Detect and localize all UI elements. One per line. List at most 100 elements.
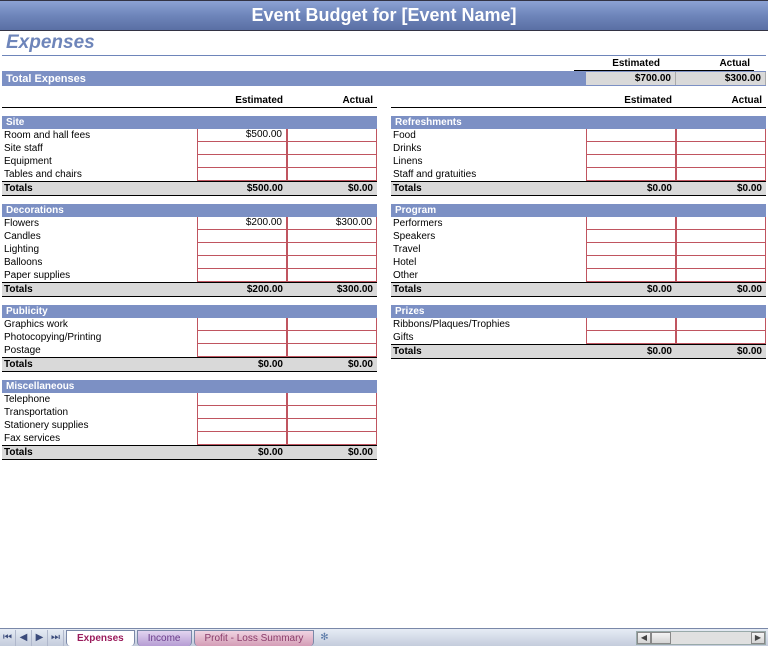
cell-estimated[interactable] bbox=[586, 142, 676, 155]
cell-actual[interactable] bbox=[287, 243, 377, 256]
cell-actual[interactable] bbox=[676, 217, 766, 230]
cell-estimated[interactable]: $500.00 bbox=[197, 129, 287, 142]
table-row: Site staff bbox=[2, 142, 377, 155]
table-row: Food bbox=[391, 129, 766, 142]
cell-estimated[interactable] bbox=[586, 269, 676, 282]
cell-estimated[interactable] bbox=[197, 393, 287, 406]
cell-estimated[interactable] bbox=[197, 243, 287, 256]
cell-actual[interactable] bbox=[287, 256, 377, 269]
tab-income[interactable]: Income bbox=[137, 630, 192, 646]
cell-actual[interactable] bbox=[287, 331, 377, 344]
cell-estimated[interactable] bbox=[586, 168, 676, 181]
summary-header-row: Estimated Actual bbox=[2, 57, 766, 71]
table-row: Transportation bbox=[2, 406, 377, 419]
tab-nav-first[interactable]: ⏮ bbox=[0, 630, 16, 646]
block-title: Decorations bbox=[2, 204, 377, 217]
table-row: Gifts bbox=[391, 331, 766, 344]
cell-actual[interactable] bbox=[676, 256, 766, 269]
cell-estimated[interactable]: $200.00 bbox=[197, 217, 287, 230]
cell-estimated[interactable] bbox=[197, 318, 287, 331]
cell-estimated[interactable] bbox=[197, 142, 287, 155]
total-expenses-actual: $300.00 bbox=[676, 72, 766, 85]
cell-estimated[interactable] bbox=[586, 256, 676, 269]
total-expenses-label: Total Expenses bbox=[2, 73, 586, 85]
cell-estimated[interactable] bbox=[197, 168, 287, 181]
totals-label: Totals bbox=[2, 358, 197, 371]
cell-actual[interactable]: $300.00 bbox=[287, 217, 377, 230]
scroll-left-icon[interactable]: ◀ bbox=[637, 632, 651, 644]
table-row: Stationery supplies bbox=[2, 419, 377, 432]
tab-expenses[interactable]: Expenses bbox=[66, 630, 135, 646]
cell-actual[interactable] bbox=[287, 269, 377, 282]
row-label: Flowers bbox=[2, 217, 197, 230]
table-row: Equipment bbox=[2, 155, 377, 168]
table-row: Candles bbox=[2, 230, 377, 243]
totals-label: Totals bbox=[2, 283, 197, 296]
totals-estimated: $0.00 bbox=[197, 358, 287, 371]
scroll-thumb[interactable] bbox=[651, 632, 671, 644]
block-title: Refreshments bbox=[391, 116, 766, 129]
insert-sheet-icon[interactable]: ✻ bbox=[317, 631, 331, 645]
table-row: Room and hall fees$500.00 bbox=[2, 129, 377, 142]
row-label: Equipment bbox=[2, 155, 197, 168]
totals-row: Totals$0.00$0.00 bbox=[391, 181, 766, 196]
total-expenses-estimated: $700.00 bbox=[586, 72, 676, 85]
row-label: Speakers bbox=[391, 230, 586, 243]
cell-estimated[interactable] bbox=[586, 217, 676, 230]
expense-block: DecorationsFlowers$200.00$300.00CandlesL… bbox=[2, 204, 377, 297]
cell-actual[interactable] bbox=[676, 168, 766, 181]
cell-estimated[interactable] bbox=[586, 243, 676, 256]
cell-actual[interactable] bbox=[287, 432, 377, 445]
cell-actual[interactable] bbox=[676, 243, 766, 256]
cell-estimated[interactable] bbox=[197, 344, 287, 357]
row-label: Linens bbox=[391, 155, 586, 168]
cell-actual[interactable] bbox=[287, 406, 377, 419]
cell-estimated[interactable] bbox=[197, 432, 287, 445]
cell-estimated[interactable] bbox=[197, 419, 287, 432]
cell-estimated[interactable] bbox=[197, 406, 287, 419]
cell-actual[interactable] bbox=[676, 230, 766, 243]
totals-label: Totals bbox=[391, 345, 586, 358]
cell-estimated[interactable] bbox=[586, 318, 676, 331]
cell-actual[interactable] bbox=[676, 155, 766, 168]
totals-actual: $0.00 bbox=[287, 446, 377, 459]
cell-actual[interactable] bbox=[287, 419, 377, 432]
cell-actual[interactable] bbox=[287, 155, 377, 168]
row-label: Paper supplies bbox=[2, 269, 197, 282]
cell-estimated[interactable] bbox=[197, 269, 287, 282]
row-label: Graphics work bbox=[2, 318, 197, 331]
cell-estimated[interactable] bbox=[197, 256, 287, 269]
row-label: Drinks bbox=[391, 142, 586, 155]
cell-estimated[interactable] bbox=[586, 155, 676, 168]
tab-nav-next[interactable]: ▶ bbox=[32, 630, 48, 646]
cell-actual[interactable] bbox=[676, 129, 766, 142]
cell-actual[interactable] bbox=[287, 168, 377, 181]
cell-actual[interactable] bbox=[676, 269, 766, 282]
cell-actual[interactable] bbox=[287, 393, 377, 406]
cell-actual[interactable] bbox=[676, 331, 766, 344]
cell-actual[interactable] bbox=[287, 230, 377, 243]
cell-actual[interactable] bbox=[676, 142, 766, 155]
cell-actual[interactable] bbox=[287, 142, 377, 155]
scroll-right-icon[interactable]: ▶ bbox=[751, 632, 765, 644]
cell-estimated[interactable] bbox=[586, 230, 676, 243]
cell-estimated[interactable] bbox=[197, 155, 287, 168]
tab-nav-last[interactable]: ⏭ bbox=[48, 630, 64, 646]
tab-nav-prev[interactable]: ◀ bbox=[16, 630, 32, 646]
cell-actual[interactable] bbox=[287, 318, 377, 331]
totals-estimated: $0.00 bbox=[586, 283, 676, 296]
row-label: Performers bbox=[391, 217, 586, 230]
cell-estimated[interactable] bbox=[586, 129, 676, 142]
cell-actual[interactable] bbox=[676, 318, 766, 331]
row-label: Balloons bbox=[2, 256, 197, 269]
cell-actual[interactable] bbox=[287, 344, 377, 357]
cell-estimated[interactable] bbox=[586, 331, 676, 344]
tab-profit-loss[interactable]: Profit - Loss Summary bbox=[194, 630, 315, 646]
horizontal-scrollbar[interactable]: ◀ ▶ bbox=[636, 631, 766, 645]
cell-estimated[interactable] bbox=[197, 230, 287, 243]
table-row: Flowers$200.00$300.00 bbox=[2, 217, 377, 230]
col-header-actual: Actual bbox=[287, 94, 377, 107]
row-label: Telephone bbox=[2, 393, 197, 406]
cell-estimated[interactable] bbox=[197, 331, 287, 344]
cell-actual[interactable] bbox=[287, 129, 377, 142]
